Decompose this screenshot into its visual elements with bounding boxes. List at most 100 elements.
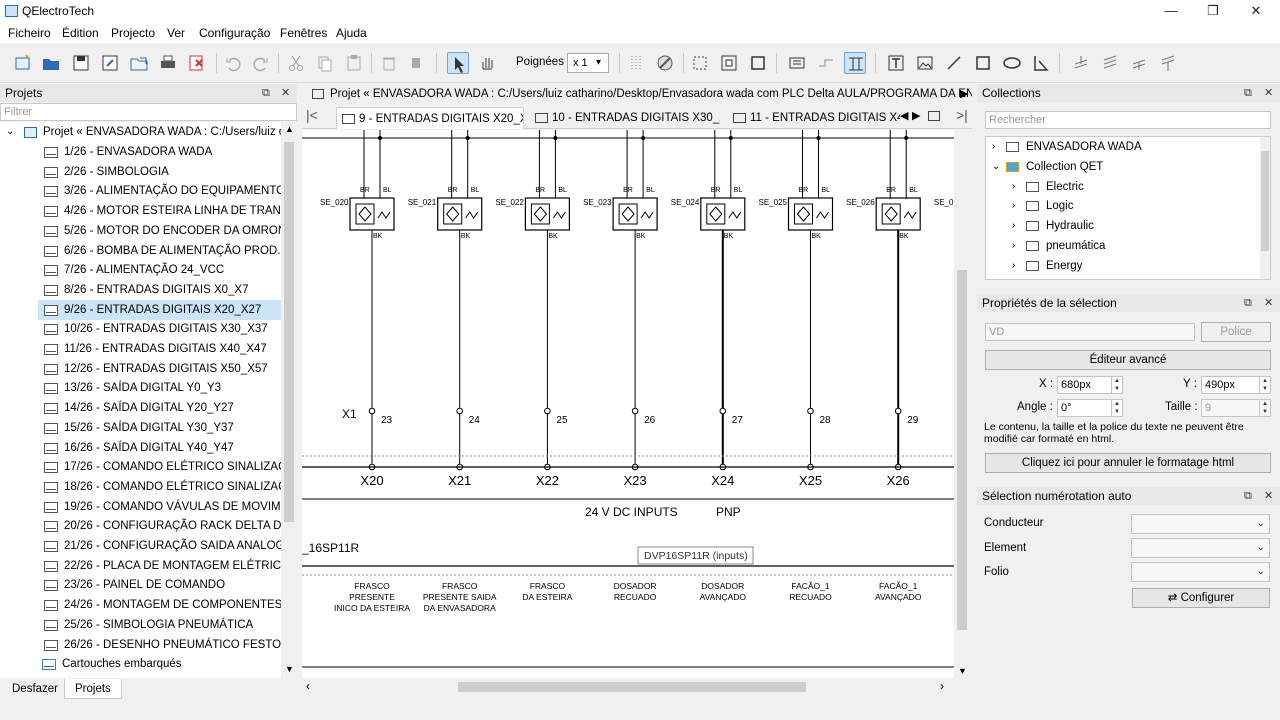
folio-item[interactable]: 14/26 - SAÍDA DIGITAL Y20_Y27: [38, 398, 281, 418]
maximize-button[interactable]: ❐: [1202, 2, 1224, 20]
float-panel-icon[interactable]: ⧉: [1244, 487, 1252, 505]
lower-icon[interactable]: [1128, 52, 1150, 74]
print-icon[interactable]: [157, 52, 179, 74]
y-input[interactable]: 490px ▲ ▼: [1201, 376, 1271, 394]
hand-mode-icon[interactable]: [476, 52, 498, 74]
arrow-right-icon[interactable]: ▶: [960, 84, 968, 104]
autonum-conductor-select[interactable]: ⌄: [1131, 514, 1270, 534]
handles-select[interactable]: x 1 ▾: [567, 53, 609, 73]
minimize-button[interactable]: —: [1160, 2, 1182, 20]
close-panel-icon[interactable]: ✕: [281, 84, 290, 102]
tab-folio-10[interactable]: 10 - ENTRADAS DIGITAIS X30_X37: [530, 107, 720, 129]
text-tool-icon[interactable]: [885, 52, 907, 74]
scroll-right-icon[interactable]: ›: [940, 679, 944, 693]
collection-item[interactable]: › Hydraulic: [986, 216, 1258, 236]
folio-item[interactable]: 8/26 - ENTRADAS DIGITAIS X0_X7: [38, 280, 281, 300]
line-tool-icon[interactable]: [943, 52, 965, 74]
angle-input[interactable]: 0° ▲ ▼: [1057, 399, 1123, 417]
close-panel-icon[interactable]: ✕: [1264, 487, 1273, 505]
folio-item[interactable]: 7/26 - ALIMENTAÇÃO 24_VCC: [38, 260, 281, 280]
folio-item[interactable]: 19/26 - COMANDO VÁVULAS DE MOVIM...: [38, 497, 281, 517]
float-panel-icon[interactable]: ⧉: [262, 84, 270, 102]
folio-item[interactable]: 9/26 - ENTRADAS DIGITAIS X20_X27: [38, 299, 281, 320]
collection-item[interactable]: › ENVASADORA WADA: [986, 137, 1258, 157]
chevron-right-icon[interactable]: ›: [992, 137, 995, 157]
text-content-field[interactable]: VD: [985, 323, 1195, 341]
undo-icon[interactable]: [222, 52, 244, 74]
close-button[interactable]: ✕: [1245, 2, 1267, 20]
project-root-item[interactable]: ⌄ Projet « ENVASADORA WADA : C:/Users/lu…: [0, 122, 281, 142]
send-back-icon[interactable]: [1157, 52, 1179, 74]
menu-projecto[interactable]: Projecto: [111, 26, 155, 40]
folio-item[interactable]: 10/26 - ENTRADAS DIGITAIS X30_X37: [38, 319, 281, 339]
cut-icon[interactable]: [285, 52, 307, 74]
zoom-page-icon[interactable]: [747, 52, 769, 74]
scrollbar-thumb[interactable]: [957, 270, 967, 630]
scroll-up-icon[interactable]: ▲: [285, 124, 294, 134]
terminal-strip-icon[interactable]: [844, 52, 866, 74]
menu-fenetres[interactable]: Fenêtres: [280, 26, 327, 40]
collection-item[interactable]: › Electric: [986, 177, 1258, 197]
scroll-left-icon[interactable]: ‹: [306, 679, 310, 693]
redo-icon[interactable]: [250, 52, 272, 74]
folio-item[interactable]: 11/26 - ENTRADAS DIGITAIS X40_X47: [38, 339, 281, 359]
folio-item[interactable]: 15/26 - SAÍDA DIGITAL Y30_Y37: [38, 418, 281, 438]
scrollbar-thumb[interactable]: [284, 142, 294, 522]
bring-front-icon[interactable]: [1070, 52, 1092, 74]
scroll-down-icon[interactable]: ▼: [958, 666, 967, 676]
folio-item[interactable]: 6/26 - BOMBA DE ALIMENTAÇÃO PROD...: [38, 241, 281, 261]
folio-item[interactable]: 16/26 - SAÍDA DIGITAL Y40_Y47: [38, 438, 281, 458]
delete-icon[interactable]: [378, 52, 400, 74]
menu-configuracao[interactable]: Configuração: [199, 26, 270, 40]
chevron-right-icon[interactable]: ›: [1012, 216, 1015, 236]
add-text-field-icon[interactable]: [786, 52, 808, 74]
collection-item[interactable]: › pneumática: [986, 236, 1258, 256]
save-as-icon[interactable]: [99, 52, 121, 74]
cartouches-item[interactable]: Cartouches embarqués: [0, 654, 281, 674]
save-icon[interactable]: [70, 52, 92, 74]
folio-item[interactable]: 17/26 - COMANDO ELÉTRICO SINALIZAÇ...: [38, 457, 281, 477]
canvas-horizontal-scrollbar[interactable]: ‹ ›: [302, 679, 954, 695]
tab-prev-icon[interactable]: ◀: [900, 109, 908, 122]
tab-desfazer[interactable]: Desfazer: [2, 679, 68, 699]
folio-item[interactable]: 18/26 - COMANDO ELÉTRICO SINALIZAÇ...: [38, 477, 281, 497]
menu-ver[interactable]: Ver: [167, 26, 185, 40]
tabs-last-icon[interactable]: >|: [956, 107, 968, 123]
tab-next-icon[interactable]: ▶: [912, 109, 920, 122]
scrollbar-thumb[interactable]: [458, 682, 806, 692]
spin-arrows-icon[interactable]: ▲ ▼: [1111, 400, 1122, 416]
float-panel-icon[interactable]: ⧉: [1244, 294, 1252, 312]
cancel-html-format-button[interactable]: Cliquez ici pour annuler le formatage ht…: [985, 453, 1271, 473]
spin-arrows-icon[interactable]: ▲ ▼: [1111, 377, 1122, 393]
collection-item[interactable]: ⌄ Collection QET: [986, 157, 1258, 177]
folio-item[interactable]: 21/26 - CONFIGURAÇÃO SAIDA ANALOG...: [38, 536, 281, 556]
autonum-element-select[interactable]: ⌄: [1131, 538, 1270, 558]
select-all-icon[interactable]: [689, 52, 711, 74]
background-toggle-icon[interactable]: [654, 52, 676, 74]
chevron-right-icon[interactable]: ›: [1012, 196, 1015, 216]
size-input[interactable]: 9 ▲ ▼: [1201, 399, 1271, 417]
folio-item[interactable]: 25/26 - SIMBOLOGIA PNEUMÁTICA: [38, 615, 281, 635]
ellipse-tool-icon[interactable]: [1001, 52, 1023, 74]
project-tree-scrollbar[interactable]: ▲ ▼: [281, 122, 297, 678]
tabs-first-icon[interactable]: |<: [306, 107, 318, 123]
export-icon[interactable]: [128, 52, 150, 74]
folio-item[interactable]: 3/26 - ALIMENTAÇÃO DO EQUIPAMENTO: [38, 181, 281, 201]
folio-item[interactable]: 22/26 - PLACA DE MONTAGEM ELÉTRICA: [38, 556, 281, 576]
folio-item[interactable]: 13/26 - SAÍDA DIGITAL Y0_Y3: [38, 378, 281, 398]
autonum-folio-select[interactable]: ⌄: [1131, 562, 1270, 582]
tab-projets[interactable]: Projets: [64, 679, 122, 699]
folio-item[interactable]: 5/26 - MOTOR DO ENCODER DA OMRON...: [38, 221, 281, 241]
menu-ficheiro[interactable]: Ficheiro: [8, 26, 51, 40]
polyline-tool-icon[interactable]: [1030, 52, 1052, 74]
folio-item[interactable]: 1/26 - ENVASADORA WADA: [38, 142, 281, 162]
folio-item[interactable]: 4/26 - MOTOR ESTEIRA LINHA DE TRANS...: [38, 201, 281, 221]
close-panel-icon[interactable]: ✕: [1264, 84, 1273, 102]
chevron-right-icon[interactable]: ›: [1012, 236, 1015, 256]
advanced-editor-button[interactable]: Éditeur avancé: [985, 350, 1271, 370]
collection-item[interactable]: › Energy: [986, 256, 1258, 276]
float-panel-icon[interactable]: ⧉: [1244, 84, 1252, 102]
project-filter-input[interactable]: Filtrer: [0, 103, 297, 121]
spin-arrows-icon[interactable]: ▲ ▼: [1259, 377, 1270, 393]
spin-arrows-icon[interactable]: ▲ ▼: [1259, 400, 1270, 416]
